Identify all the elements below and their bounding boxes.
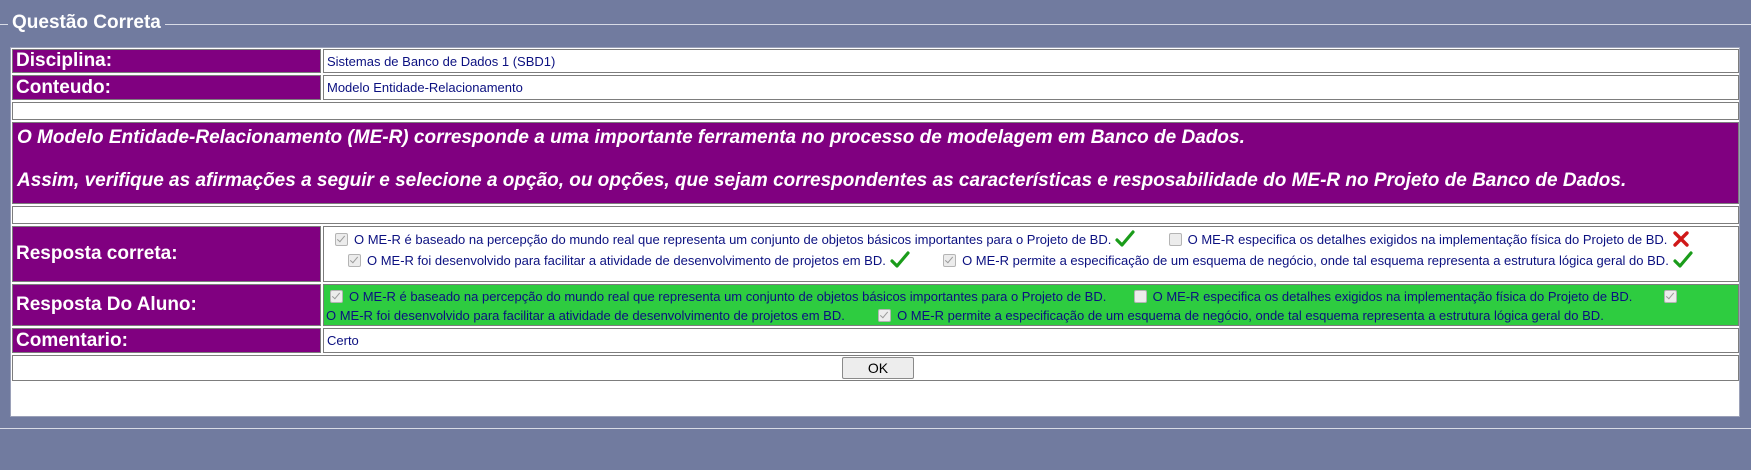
resposta-aluno-options: O ME-R é baseado na percepção do mundo r…	[323, 284, 1739, 326]
check-icon	[1673, 251, 1693, 268]
spacer-row-top	[12, 102, 1739, 120]
cross-icon	[1673, 231, 1690, 247]
aluno-line-2: O ME-R foi desenvolvido para facilitar a…	[324, 306, 1738, 325]
correta-checkbox-2[interactable]	[1168, 233, 1182, 246]
correta-line-1: O ME-R é baseado na percepção do mundo r…	[329, 229, 1738, 250]
question-text: O Modelo Entidade-Relacionamento (ME-R) …	[12, 122, 1739, 204]
fieldset-legend: Questão Correta	[8, 11, 165, 35]
correta-option-2: O ME-R especifica os detalhes exigidos n…	[1187, 232, 1668, 247]
disciplina-value: Sistemas de Banco de Dados 1 (SBD1)	[323, 49, 1739, 73]
disciplina-label: Disciplina:	[12, 49, 321, 73]
aluno-checkbox-4[interactable]	[878, 309, 892, 322]
aluno-option-1: O ME-R é baseado na percepção do mundo r…	[349, 289, 1107, 304]
ok-button[interactable]: OK	[842, 357, 914, 379]
resposta-correta-options: O ME-R é baseado na percepção do mundo r…	[323, 226, 1739, 282]
check-icon	[1115, 230, 1135, 247]
button-row: OK	[12, 355, 1739, 381]
correta-option-4: O ME-R permite a especificação de um esq…	[962, 253, 1669, 268]
correta-checkbox-1[interactable]	[335, 233, 348, 246]
aluno-option-2: O ME-R especifica os detalhes exigidos n…	[1152, 289, 1633, 304]
correta-option-1: O ME-R é baseado na percepção do mundo r…	[354, 232, 1112, 247]
correta-checkbox-4[interactable]	[943, 254, 957, 267]
resposta-aluno-label: Resposta Do Aluno:	[12, 284, 321, 326]
check-icon	[890, 251, 910, 268]
correta-line-2: O ME-R foi desenvolvido para facilitar a…	[329, 250, 1738, 271]
correta-checkbox-3[interactable]	[348, 254, 361, 267]
question-panel: Disciplina: Sistemas de Banco de Dados 1…	[10, 47, 1740, 417]
aluno-line-1: O ME-R é baseado na percepção do mundo r…	[324, 287, 1738, 306]
spacer-row-bottom	[12, 206, 1739, 224]
aluno-checkbox-3[interactable]	[1663, 290, 1677, 303]
comentario-label: Comentario:	[12, 328, 321, 353]
resposta-correta-label: Resposta correta:	[12, 226, 321, 282]
aluno-checkbox-1[interactable]	[330, 290, 343, 303]
aluno-option-3: O ME-R foi desenvolvido para facilitar a…	[326, 308, 845, 323]
conteudo-value: Modelo Entidade-Relacionamento	[323, 75, 1739, 100]
conteudo-label: Conteudo:	[12, 75, 321, 100]
aluno-checkbox-2[interactable]	[1133, 290, 1147, 303]
aluno-option-4: O ME-R permite a especificação de um esq…	[897, 308, 1604, 323]
correta-option-3: O ME-R foi desenvolvido para facilitar a…	[367, 253, 886, 268]
question-paragraph-1: O Modelo Entidade-Relacionamento (ME-R) …	[17, 127, 1245, 148]
question-paragraph-2: Assim, verifique as afirmações a seguir …	[17, 170, 1627, 191]
comentario-value: Certo	[323, 328, 1739, 353]
